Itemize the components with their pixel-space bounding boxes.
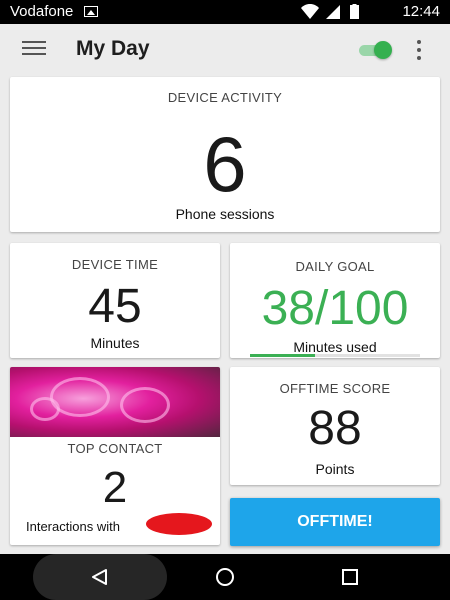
menu-icon[interactable] <box>22 41 46 57</box>
app-bar: My Day <box>0 24 450 76</box>
status-icons <box>300 3 366 25</box>
status-clock: 12:44 <box>402 3 440 20</box>
top-contact-card[interactable]: TOP CONTACT 2 Interactions with <box>10 367 220 545</box>
image-icon <box>84 6 98 17</box>
card-caption: Minutes used <box>293 339 377 355</box>
device-activity-card[interactable]: DEVICE ACTIVITY 6 Phone sessions <box>10 77 440 232</box>
card-value: 38/100 <box>261 282 409 335</box>
carrier-name: Vodafone <box>10 3 74 20</box>
card-caption: Phone sessions <box>175 206 275 222</box>
back-icon <box>92 569 107 585</box>
battery-icon <box>350 4 359 19</box>
signal-icon <box>326 5 340 19</box>
navigation-bar <box>0 554 450 600</box>
card-caption: Minutes <box>90 335 140 351</box>
offtime-toggle[interactable] <box>357 41 393 59</box>
card-value: 45 <box>88 280 142 333</box>
wifi-icon <box>301 3 319 20</box>
toggle-thumb <box>374 41 392 59</box>
recents-icon <box>342 569 358 585</box>
card-label: TOP CONTACT <box>67 441 163 456</box>
card-value: 6 <box>203 120 247 208</box>
card-value: 2 <box>102 463 128 512</box>
back-button[interactable] <box>33 554 167 600</box>
recents-button[interactable] <box>330 554 370 600</box>
overflow-icon[interactable] <box>416 40 422 60</box>
redacted-contact-name <box>146 513 212 535</box>
page-title: My Day <box>76 37 150 60</box>
home-icon <box>216 568 234 586</box>
status-bar: Vodafone 12:44 <box>0 0 450 24</box>
goal-progress-fill <box>250 354 315 357</box>
offtime-score-card[interactable]: OFFTIME SCORE 88 Points <box>230 367 440 485</box>
card-caption: Points <box>315 461 355 477</box>
home-button[interactable] <box>205 554 245 600</box>
card-label: DAILY GOAL <box>295 259 375 274</box>
card-label: DEVICE TIME <box>71 257 159 272</box>
card-label: OFFTIME SCORE <box>279 381 391 396</box>
daily-goal-card[interactable]: DAILY GOAL 38/100 Minutes used <box>230 243 440 358</box>
card-label: DEVICE ACTIVITY <box>167 90 283 105</box>
device-time-card[interactable]: DEVICE TIME 45 Minutes <box>10 243 220 358</box>
goal-progress-bar <box>250 354 420 357</box>
contact-photo <box>10 367 220 437</box>
offtime-button[interactable]: OFFTIME! <box>230 498 440 546</box>
card-value: 88 <box>308 402 362 455</box>
card-caption: Interactions with <box>26 519 120 534</box>
